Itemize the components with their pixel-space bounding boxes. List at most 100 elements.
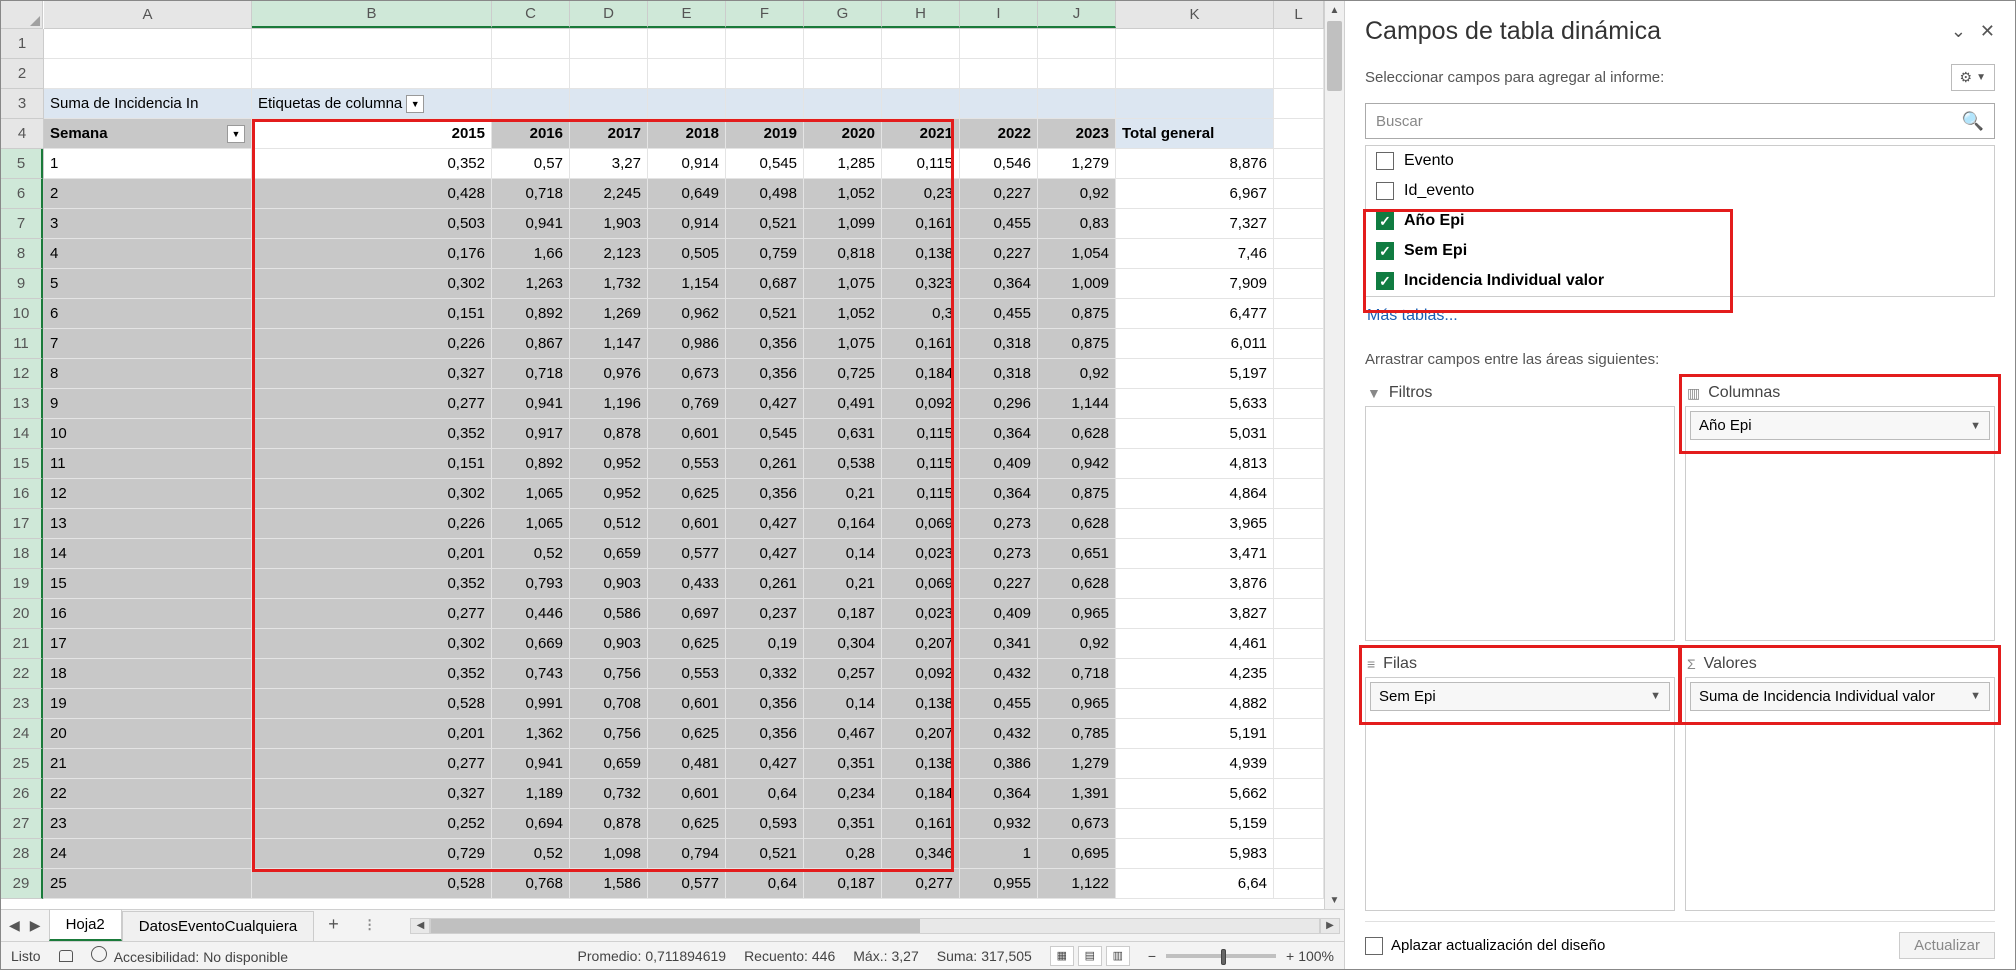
sheet-tab-hoja2[interactable]: Hoja2	[49, 909, 122, 941]
cell[interactable]: 0,92	[1038, 179, 1116, 209]
cell[interactable]: 0,538	[804, 449, 882, 479]
cell[interactable]: 0,327	[252, 359, 492, 389]
cell[interactable]	[252, 59, 492, 89]
row-header-6[interactable]: 6	[1, 179, 43, 209]
cell[interactable]: 6	[44, 299, 252, 329]
cell[interactable]: 0,302	[252, 479, 492, 509]
cell[interactable]: 7	[44, 329, 252, 359]
cell[interactable]	[1274, 359, 1324, 389]
cell[interactable]: 0,756	[570, 659, 648, 689]
cell[interactable]	[882, 89, 960, 119]
cell[interactable]: 0,356	[726, 329, 804, 359]
cell[interactable]: 19	[44, 689, 252, 719]
cell[interactable]: 0,364	[960, 779, 1038, 809]
cell[interactable]: 5,031	[1116, 419, 1274, 449]
cell[interactable]: 0,427	[726, 509, 804, 539]
cell[interactable]: 0,161	[882, 329, 960, 359]
cell[interactable]: 0,234	[804, 779, 882, 809]
cell[interactable]: 0,521	[726, 299, 804, 329]
area-values-dropzone[interactable]: Suma de Incidencia Individual valor ▼	[1685, 677, 1995, 912]
cell[interactable]	[1274, 659, 1324, 689]
cell[interactable]: 12	[44, 479, 252, 509]
cell[interactable]	[1274, 569, 1324, 599]
cell[interactable]: 0,455	[960, 299, 1038, 329]
cell[interactable]: 0,201	[252, 539, 492, 569]
cell[interactable]: 0,818	[804, 239, 882, 269]
cell[interactable]: 0,878	[570, 809, 648, 839]
row-header-27[interactable]: 27	[1, 809, 43, 839]
cell[interactable]: 0,14	[804, 689, 882, 719]
cell[interactable]	[492, 29, 570, 59]
cell[interactable]	[1274, 149, 1324, 179]
cell[interactable]	[1116, 29, 1274, 59]
cell[interactable]	[648, 89, 726, 119]
cell[interactable]: 0,695	[1038, 839, 1116, 869]
cell[interactable]	[1274, 809, 1324, 839]
row-header-8[interactable]: 8	[1, 239, 43, 269]
cell[interactable]: 0,446	[492, 599, 570, 629]
cell[interactable]: 15	[44, 569, 252, 599]
cell[interactable]: 2018	[648, 119, 726, 149]
cell[interactable]: 0,625	[648, 719, 726, 749]
zoom-out-icon[interactable]: −	[1148, 948, 1156, 964]
cell[interactable]: 4,864	[1116, 479, 1274, 509]
cell[interactable]: 0,21	[804, 479, 882, 509]
cell[interactable]: 0,364	[960, 419, 1038, 449]
cell[interactable]: 3	[44, 209, 252, 239]
cell[interactable]	[804, 89, 882, 119]
cell[interactable]: 0,875	[1038, 299, 1116, 329]
cell[interactable]: 1,362	[492, 719, 570, 749]
cell[interactable]: 5,159	[1116, 809, 1274, 839]
cell[interactable]: 6,477	[1116, 299, 1274, 329]
cell[interactable]: 0,302	[252, 629, 492, 659]
cell[interactable]: 0,176	[252, 239, 492, 269]
cell[interactable]: 2015	[252, 119, 492, 149]
cell[interactable]: 21	[44, 749, 252, 779]
cell[interactable]: 1	[960, 839, 1038, 869]
cell[interactable]: 0,023	[882, 539, 960, 569]
cell[interactable]: 0,64	[726, 869, 804, 899]
cell[interactable]: 0,302	[252, 269, 492, 299]
cell[interactable]: 0,14	[804, 539, 882, 569]
cell[interactable]: 0,659	[570, 749, 648, 779]
cell[interactable]: 0,892	[492, 449, 570, 479]
cell[interactable]: 0,277	[882, 869, 960, 899]
cell[interactable]: 0,952	[570, 449, 648, 479]
cell[interactable]: 0,327	[252, 779, 492, 809]
columns-chip-ano-epi[interactable]: Año Epi ▼	[1690, 411, 1990, 440]
cell[interactable]: 0,952	[570, 479, 648, 509]
cell[interactable]: 0,409	[960, 449, 1038, 479]
cell[interactable]: 0,409	[960, 599, 1038, 629]
cell[interactable]: 0,273	[960, 539, 1038, 569]
cell[interactable]: 9	[44, 389, 252, 419]
scroll-down-arrow[interactable]: ▼	[1325, 891, 1344, 909]
cell[interactable]	[1274, 599, 1324, 629]
cell[interactable]	[1038, 29, 1116, 59]
cell[interactable]	[726, 29, 804, 59]
cells-area[interactable]: Suma de Incidencia InEtiquetas de column…	[44, 29, 1324, 909]
accessibility-status[interactable]: Accesibilidad: No disponible	[91, 946, 288, 965]
cell[interactable]: 1,279	[1038, 149, 1116, 179]
cell[interactable]: 0,318	[960, 359, 1038, 389]
cell[interactable]: 0,352	[252, 149, 492, 179]
cell[interactable]: 7,327	[1116, 209, 1274, 239]
cell[interactable]: 0,875	[1038, 479, 1116, 509]
cell[interactable]	[1274, 479, 1324, 509]
cell[interactable]: 0,52	[492, 839, 570, 869]
field-item-id_evento[interactable]: Id_evento	[1366, 176, 1994, 206]
cell[interactable]: 0,941	[492, 749, 570, 779]
cell[interactable]	[726, 59, 804, 89]
cell[interactable]: 0,892	[492, 299, 570, 329]
area-columns-dropzone[interactable]: Año Epi ▼	[1685, 406, 1995, 641]
cell[interactable]: 0,115	[882, 149, 960, 179]
cell[interactable]: 0,187	[804, 599, 882, 629]
cell[interactable]: 0,769	[648, 389, 726, 419]
cell[interactable]: 2017	[570, 119, 648, 149]
cell[interactable]: 0,364	[960, 269, 1038, 299]
chip-dropdown-icon[interactable]: ▼	[1970, 690, 1981, 702]
hscroll-right-arrow[interactable]: ▶	[1320, 918, 1340, 934]
cell[interactable]: 0,52	[492, 539, 570, 569]
cell[interactable]: 2020	[804, 119, 882, 149]
cell[interactable]: 0,151	[252, 299, 492, 329]
hscroll-left-arrow[interactable]: ◀	[410, 918, 430, 934]
